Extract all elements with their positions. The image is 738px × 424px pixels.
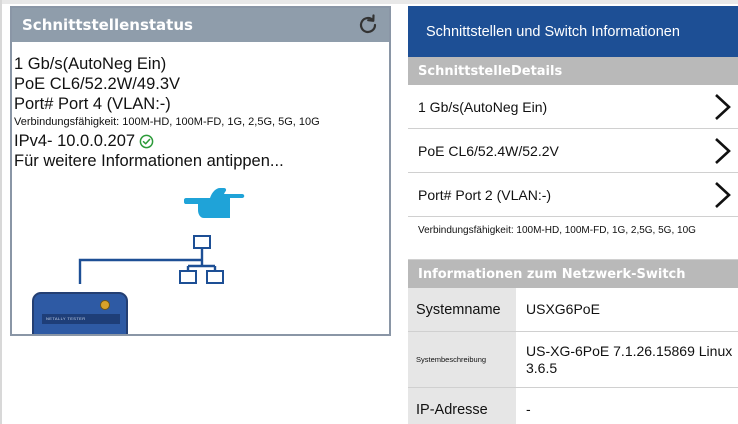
status-card-body: 1 Gb/s(AutoNeg Ein) PoE CL6/52.2W/49.3V … xyxy=(12,42,389,171)
window-top-edge xyxy=(0,0,738,4)
detail-row-link-speed[interactable]: 1 Gb/s(AutoNeg Ein) xyxy=(408,85,738,129)
chevron-right-icon xyxy=(715,181,731,208)
detail-row-port[interactable]: Port# Port 2 (VLAN:-) xyxy=(408,173,738,217)
detail-row-poe[interactable]: PoE CL6/52.4W/52.2V xyxy=(408,129,738,173)
tap-hint-text[interactable]: Für weitere Informationen antippen... xyxy=(14,151,389,171)
ipv4-row: IPv4- 10.0.0.207 xyxy=(14,131,389,151)
chevron-right-icon xyxy=(715,93,731,120)
check-circle-icon xyxy=(139,134,154,149)
pointing-hand-icon xyxy=(183,184,246,220)
detail-row-label: PoE CL6/52.4W/52.2V xyxy=(418,142,559,159)
switch-hierarchy-icon xyxy=(179,235,224,284)
capability-text: Verbindungsfähigkeit: 100M-HD, 100M-FD, … xyxy=(14,116,320,128)
switch-info-section: Informationen zum Netzwerk-Switch xyxy=(408,260,738,288)
switch-info-panel: Schnittstellen und Switch Informationen … xyxy=(408,6,738,424)
poe-text: PoE CL6/52.2W/49.3V xyxy=(14,75,181,93)
device-brand-label: NETALLY TESTER xyxy=(46,316,86,321)
link-speed-text: 1 Gb/s(AutoNeg Ein) xyxy=(14,55,167,73)
chevron-right-icon xyxy=(715,137,731,164)
refresh-icon[interactable] xyxy=(355,12,381,38)
switch-row-system-description: Systembeschreibung US-XG-6PoE 7.1.26.158… xyxy=(408,332,738,388)
device-led xyxy=(100,300,110,310)
detail-capability-text: Verbindungsfähigkeit: 100M-HD, 100M-FD, … xyxy=(408,217,738,260)
ip-address-value: - xyxy=(516,388,738,424)
system-name-label: Systemname xyxy=(408,288,516,331)
port-text: Port# Port 4 (VLAN:-) xyxy=(14,95,171,113)
detail-row-label: 1 Gb/s(AutoNeg Ein) xyxy=(418,98,548,115)
system-description-value: US-XG-6PoE 7.1.26.15869 Linux 3.6.5 xyxy=(516,332,738,387)
system-description-label: Systembeschreibung xyxy=(408,332,516,387)
detail-row-label: Port# Port 2 (VLAN:-) xyxy=(418,186,552,203)
interface-details-section: SchnittstelleDetails xyxy=(408,57,738,85)
ip-address-label: IP-Adresse xyxy=(408,388,516,424)
status-card-header: Schnittstellenstatus xyxy=(12,8,389,42)
switch-row-ip-address: IP-Adresse - xyxy=(408,388,738,424)
window-left-edge xyxy=(0,0,2,424)
tester-device-image: NETALLY TESTER xyxy=(32,292,128,334)
system-name-value: USXG6PoE xyxy=(516,288,738,331)
info-panel-header: Schnittstellen und Switch Informationen xyxy=(408,6,738,57)
status-card-title: Schnittstellenstatus xyxy=(22,16,193,34)
network-connection-lines xyxy=(78,248,217,284)
switch-row-system-name: Systemname USXG6PoE xyxy=(408,288,738,332)
interface-status-card[interactable]: Schnittstellenstatus 1 Gb/s(AutoNeg Ein)… xyxy=(10,6,391,336)
ipv4-text: IPv4- 10.0.0.207 xyxy=(14,132,136,150)
